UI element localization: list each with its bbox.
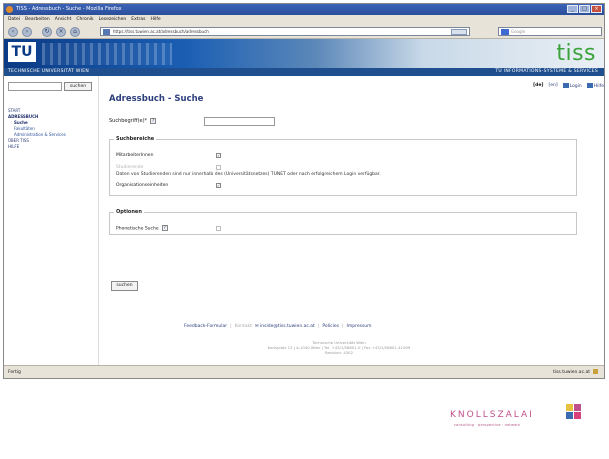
- mail-icon: ✉: [254, 324, 259, 329]
- search-engine-icon[interactable]: [501, 29, 509, 35]
- phonetic-help-icon[interactable]: ?: [161, 225, 168, 231]
- lock-icon[interactable]: [593, 369, 598, 374]
- sidebar-search-button[interactable]: suchen: [64, 82, 92, 91]
- company-logo-mark: [566, 404, 583, 421]
- contact-email-link[interactable]: inside@tiss.tuwien.ac.at: [260, 324, 315, 329]
- sidebar-item-hilfe[interactable]: HILFE: [8, 144, 66, 150]
- window-title: TISS - Adressbuch - Suche - Mozilla Fire…: [16, 6, 122, 12]
- options-fieldset: Optionen Phonetische Suche?: [109, 209, 577, 235]
- footer-links: Feedback-Formular | Kontakt: ✉ inside@tiss…: [184, 324, 372, 330]
- help-tooltip-icon[interactable]: ?: [150, 117, 157, 124]
- sidebar-nav: START ADRESSBUCH Suche Fakultäten Admini…: [8, 108, 66, 150]
- header-image: [42, 43, 172, 65]
- status-domain: tiss.tuwien.ac.at: [553, 366, 598, 378]
- phonetic-search-row: Phonetische Suche?: [116, 225, 168, 233]
- logo-square-yellow: [566, 404, 573, 411]
- menu-lesezeichen[interactable]: Lesezeichen: [99, 15, 127, 25]
- students-checkbox[interactable]: [216, 165, 221, 170]
- navigation-toolbar: ‹ › ↻ × ⌂ https://tiss.tuwien.ac.at/adre…: [4, 25, 604, 39]
- search-submit-button[interactable]: suchen: [111, 281, 138, 291]
- logo-square-magenta: [574, 404, 581, 411]
- menu-ansicht[interactable]: Ansicht: [55, 15, 72, 25]
- maximize-button[interactable]: □: [579, 5, 590, 13]
- login-icon: [562, 83, 569, 88]
- main-content: [de] [en] Login Hilfe Adressbuch - Suche…: [99, 76, 604, 366]
- login-link[interactable]: Login: [562, 83, 582, 90]
- staff-checkbox[interactable]: ✓: [216, 153, 221, 158]
- menu-bar: Datei Bearbeiten Ansicht Chronik Lesezei…: [4, 15, 604, 25]
- staff-label: MitarbeiterInnen: [116, 153, 154, 158]
- feedback-link[interactable]: Feedback-Formular: [184, 324, 227, 329]
- page-title: Adressbuch - Suche: [109, 94, 204, 104]
- options-legend: Optionen: [116, 209, 142, 215]
- back-icon[interactable]: ‹: [8, 27, 18, 37]
- footer-separator: |: [341, 324, 344, 329]
- help-icon: [586, 83, 593, 88]
- tu-logo[interactable]: TU: [8, 42, 36, 62]
- search-term-row: Suchbegriff(e)*?: [109, 117, 157, 125]
- phonetic-search-label: Phonetische Suche: [116, 226, 159, 232]
- company-tagline: consulting · perspective · network: [454, 423, 521, 427]
- browser-window: TISS - Adressbuch - Suche - Mozilla Fire…: [3, 3, 605, 379]
- go-icon[interactable]: [451, 29, 467, 35]
- sidebar: suchen START ADRESSBUCH Suche Fakultäten…: [4, 76, 99, 366]
- search-engine-placeholder: Google: [511, 29, 526, 34]
- browser-status-bar: Fertig tiss.tuwien.ac.at: [4, 365, 604, 378]
- orgs-checkbox[interactable]: ✓: [216, 183, 221, 188]
- company-logo-text: KNOLLSZALAI consulting · perspective · n…: [450, 410, 534, 427]
- status-domain-text: tiss.tuwien.ac.at: [553, 370, 590, 375]
- orgs-label: Organisationseinheiten: [116, 183, 169, 188]
- policies-link[interactable]: Policies: [322, 324, 339, 329]
- menu-datei[interactable]: Datei: [8, 15, 20, 25]
- impressum-link[interactable]: Impressum: [347, 324, 372, 329]
- lang-en-link[interactable]: [en]: [548, 83, 557, 90]
- browser-search-bar[interactable]: Google: [498, 27, 602, 36]
- menu-chronik[interactable]: Chronik: [76, 15, 93, 25]
- minimize-button[interactable]: _: [567, 5, 578, 13]
- stop-icon[interactable]: ×: [56, 27, 66, 37]
- menu-extras[interactable]: Extras: [131, 15, 145, 25]
- forward-icon[interactable]: ›: [22, 27, 32, 37]
- window-titlebar: TISS - Adressbuch - Suche - Mozilla Fire…: [4, 4, 604, 15]
- top-links: [de] [en] Login Hilfe: [533, 83, 604, 90]
- search-areas-legend: Suchbereiche: [116, 136, 155, 142]
- tiss-logo[interactable]: tiss: [556, 41, 596, 67]
- url-bar[interactable]: https://tiss.tuwien.ac.at/adressbuch/adr…: [100, 27, 470, 36]
- logo-square-blue: [566, 412, 573, 419]
- phonetic-search-checkbox[interactable]: [216, 226, 221, 231]
- site-header: TU tiss TECHNISCHE UNIVERSITÄT WIEN TU I…: [4, 39, 604, 76]
- search-areas-fieldset: Suchbereiche MitarbeiterInnen ✓ Studiere…: [109, 136, 577, 196]
- search-term-input[interactable]: [204, 117, 275, 126]
- site-identity-icon[interactable]: [103, 29, 110, 35]
- reload-icon[interactable]: ↻: [42, 27, 52, 37]
- slide: TISS - Adressbuch - Suche - Mozilla Fire…: [0, 0, 609, 459]
- students-label: Studierende: [116, 165, 144, 170]
- firefox-icon: [6, 6, 13, 13]
- university-name: TECHNISCHE UNIVERSITÄT WIEN: [8, 69, 90, 74]
- help-label: Hilfe: [593, 84, 604, 89]
- menu-hilfe[interactable]: Hilfe: [150, 15, 160, 25]
- url-text: https://tiss.tuwien.ac.at/adressbuch/adr…: [113, 29, 209, 34]
- logo-square-pink: [574, 412, 581, 419]
- menu-bearbeiten[interactable]: Bearbeiten: [25, 15, 50, 25]
- close-button[interactable]: ×: [591, 5, 602, 13]
- help-link[interactable]: Hilfe: [586, 83, 604, 90]
- search-term-label: Suchbegriff(e)*: [109, 118, 148, 124]
- department-name: TU INFORMATIONS-SYSTEME & SERVICES: [495, 69, 598, 74]
- address-line-3: Revision: 4302: [324, 350, 354, 355]
- footer-address: Technische Universität Wien Karlsplatz 1…: [179, 340, 499, 355]
- students-notice: Daten von Studierenden sind nur innerhal…: [116, 172, 381, 177]
- home-icon[interactable]: ⌂: [70, 27, 80, 37]
- company-name: KNOLLSZALAI: [450, 410, 534, 420]
- sidebar-search-input[interactable]: [8, 82, 62, 91]
- lang-de-link[interactable]: [de]: [533, 83, 543, 90]
- footer-separator: |: [230, 324, 232, 329]
- contact-label: Kontakt:: [234, 324, 254, 329]
- status-text: Fertig: [8, 370, 21, 375]
- login-label: Login: [569, 84, 582, 89]
